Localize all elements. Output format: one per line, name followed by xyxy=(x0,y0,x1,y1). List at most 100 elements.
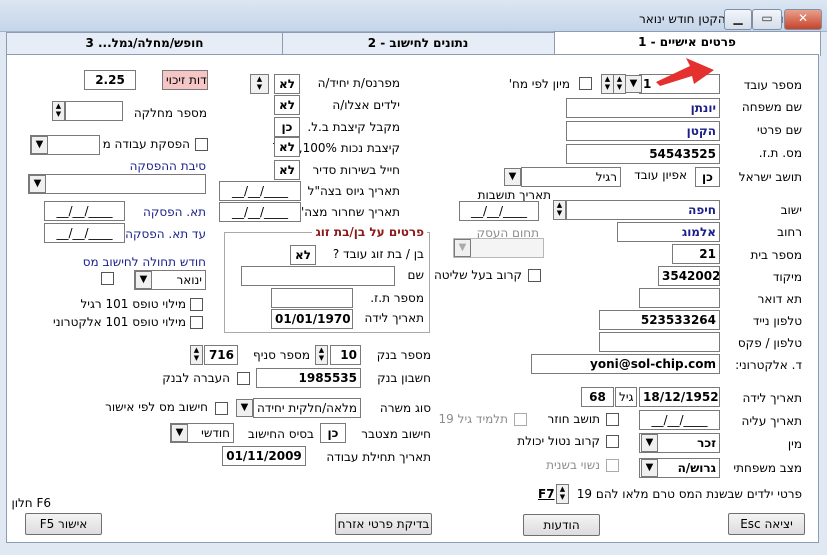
tab-vacation[interactable]: חופש/מחלה/גמל... 3 xyxy=(6,32,283,55)
children-spin[interactable]: ▲ ▼ xyxy=(556,484,569,504)
zip-input[interactable]: 3542002 xyxy=(658,266,720,286)
approve-button[interactable]: אישור F5 xyxy=(25,513,102,535)
start-input[interactable]: 01/11/2009 xyxy=(222,446,306,466)
street-input[interactable]: אלמוג xyxy=(617,222,720,242)
marital-dropdown[interactable]: ▼ xyxy=(641,459,658,477)
tab-personal[interactable]: פרטים אישיים - 1 xyxy=(553,31,821,56)
children-f7-link[interactable]: F7 xyxy=(538,487,555,501)
remarried-checkbox[interactable] xyxy=(606,459,619,472)
soldier-label: חייל בשירות סדיר xyxy=(312,163,400,177)
credit-input[interactable]: 2.25 xyxy=(84,70,136,90)
allowance-input[interactable]: כן xyxy=(274,117,300,137)
sort-by-dept-checkbox[interactable] xyxy=(579,77,592,90)
gender-dropdown[interactable]: ▼ xyxy=(641,434,658,452)
city-label: ישוב xyxy=(780,203,802,217)
spouse-birth-input[interactable]: 01/01/1970 xyxy=(271,309,353,329)
id-label: מס. ת.ז. xyxy=(758,146,802,160)
id-input[interactable]: 54543525 xyxy=(566,144,720,164)
until-date-label: עד תא. הפסקה xyxy=(125,227,206,241)
city-input[interactable]: חיפה xyxy=(566,200,720,220)
pobox-input[interactable] xyxy=(639,288,720,308)
stop-reason-dropdown[interactable]: ▼ xyxy=(29,175,46,193)
branch-spin[interactable]: ▲ ▼ xyxy=(190,345,203,365)
emp-type-label: אפיון עובד xyxy=(634,168,687,182)
account-input[interactable]: 1985535 xyxy=(256,368,361,388)
disability-input[interactable]: לא xyxy=(274,137,300,157)
close-button[interactable]: ✕ xyxy=(784,9,822,30)
employee-dropdown[interactable]: ▼ xyxy=(625,75,642,93)
house-input[interactable]: 21 xyxy=(672,244,720,264)
discharge-input[interactable]: __/__/____ xyxy=(219,202,301,222)
spouse-name-label: שם xyxy=(407,268,424,282)
sort-by-dept-label: מיון לפי מח' xyxy=(508,77,570,91)
job-type-dropdown[interactable]: ▼ xyxy=(236,399,253,417)
minimize-button[interactable]: ▁ xyxy=(724,9,752,30)
mobile-label: טלפון נייד xyxy=(752,314,802,328)
first-name-input[interactable]: הקטן xyxy=(566,121,720,141)
employee-next-button[interactable]: ▲ ▼ xyxy=(613,74,626,94)
job-type-select[interactable]: מלאה/חלקית יחידה xyxy=(253,398,361,418)
residence-date-input[interactable]: __/__/____ xyxy=(459,201,539,221)
child-support-input[interactable]: לא xyxy=(274,74,300,94)
email-input[interactable]: yoni@sol-chip.com xyxy=(531,354,720,374)
bank-spin[interactable]: ▲ ▼ xyxy=(315,345,328,365)
spouse-id-input[interactable] xyxy=(271,288,353,308)
spouse-name-input[interactable] xyxy=(241,266,395,286)
start-label: תאריך תחילת עבודה xyxy=(326,450,431,464)
employee-prev-button[interactable]: ▲ ▼ xyxy=(601,74,614,94)
phone-input[interactable] xyxy=(599,332,720,352)
stop-reason-select[interactable] xyxy=(28,174,206,194)
soldier-input[interactable]: לא xyxy=(274,160,300,180)
form101-checkbox[interactable] xyxy=(190,298,203,311)
tab-calc-data[interactable]: נתונים לחישוב - 2 xyxy=(281,32,555,55)
form101e-checkbox[interactable] xyxy=(190,316,203,329)
title-bar: עובד 1 יונתן הקטן חודש ינואר ▁ ▭ ✕ xyxy=(0,0,827,32)
stop-date-input[interactable]: __/__/____ xyxy=(44,201,125,221)
stop-work-dropdown[interactable]: ▼ xyxy=(31,136,48,154)
last-name-input[interactable]: יונתן xyxy=(566,98,720,118)
mobile-input[interactable]: 523533264 xyxy=(599,310,720,330)
employee-no-label: מספר עובד xyxy=(743,78,802,92)
dept-input[interactable] xyxy=(65,101,123,121)
emp-type-select[interactable]: רגיל xyxy=(521,167,621,187)
emp-type-dropdown[interactable]: ▼ xyxy=(504,168,521,186)
returning-checkbox[interactable] xyxy=(606,413,619,426)
street-label: רחוב xyxy=(777,225,802,239)
check-citizen-button[interactable]: בדיקת פרטי אזרח xyxy=(335,513,432,535)
exit-button[interactable]: יציאה Esc xyxy=(728,513,805,535)
controlling-label: קרוב בעל שליטה xyxy=(433,268,522,282)
city-spin[interactable]: ▲ ▼ xyxy=(553,200,566,220)
credit-label: נקודות זיכוי xyxy=(162,70,208,90)
calc-basis-dropdown[interactable]: ▼ xyxy=(171,424,188,442)
transfer-checkbox[interactable] xyxy=(237,372,250,385)
children-with-input[interactable]: לא xyxy=(274,95,300,115)
transfer-label: העברה לבנק xyxy=(162,371,230,385)
birth-input[interactable]: 18/12/1952 xyxy=(639,387,720,407)
enlist-input[interactable]: __/__/____ xyxy=(219,181,301,201)
controlling-checkbox[interactable] xyxy=(528,269,541,282)
notices-button[interactable]: הודעות xyxy=(523,514,600,536)
phone-label: טלפון / פקס xyxy=(737,336,802,350)
child-support-spin[interactable]: ▲ ▼ xyxy=(250,74,269,94)
tax-month-dropdown[interactable]: ▼ xyxy=(135,271,152,289)
cumulative-input[interactable]: כן xyxy=(320,423,346,443)
resident-input[interactable]: כן xyxy=(695,167,720,187)
tax-approval-checkbox[interactable] xyxy=(215,402,228,415)
tax-approval-label: חישוב מס לפי אישור xyxy=(105,400,208,414)
dept-spin[interactable]: ▲ ▼ xyxy=(52,101,65,121)
business-field-dropdown[interactable]: ▼ xyxy=(454,239,471,257)
spouse-works-input[interactable]: לא xyxy=(290,245,316,265)
age-label: גיל xyxy=(615,387,637,407)
aliya-input[interactable]: __/__/____ xyxy=(639,410,720,430)
restore-button[interactable]: ▭ xyxy=(752,9,782,30)
until-date-input[interactable]: __/__/____ xyxy=(44,223,125,243)
pobox-label: תא דואר xyxy=(757,292,802,306)
bank-input[interactable]: 10 xyxy=(330,345,361,365)
disabled-relative-checkbox[interactable] xyxy=(606,435,619,448)
student-checkbox[interactable] xyxy=(514,413,527,426)
residence-date-label: תאריך תושבות xyxy=(477,188,551,202)
stop-work-checkbox[interactable] xyxy=(195,138,208,151)
branch-input[interactable]: 716 xyxy=(204,345,238,365)
enlist-label: תאריך גיוס בצה"ל xyxy=(307,184,400,198)
tax-month-checkbox[interactable] xyxy=(101,272,114,285)
